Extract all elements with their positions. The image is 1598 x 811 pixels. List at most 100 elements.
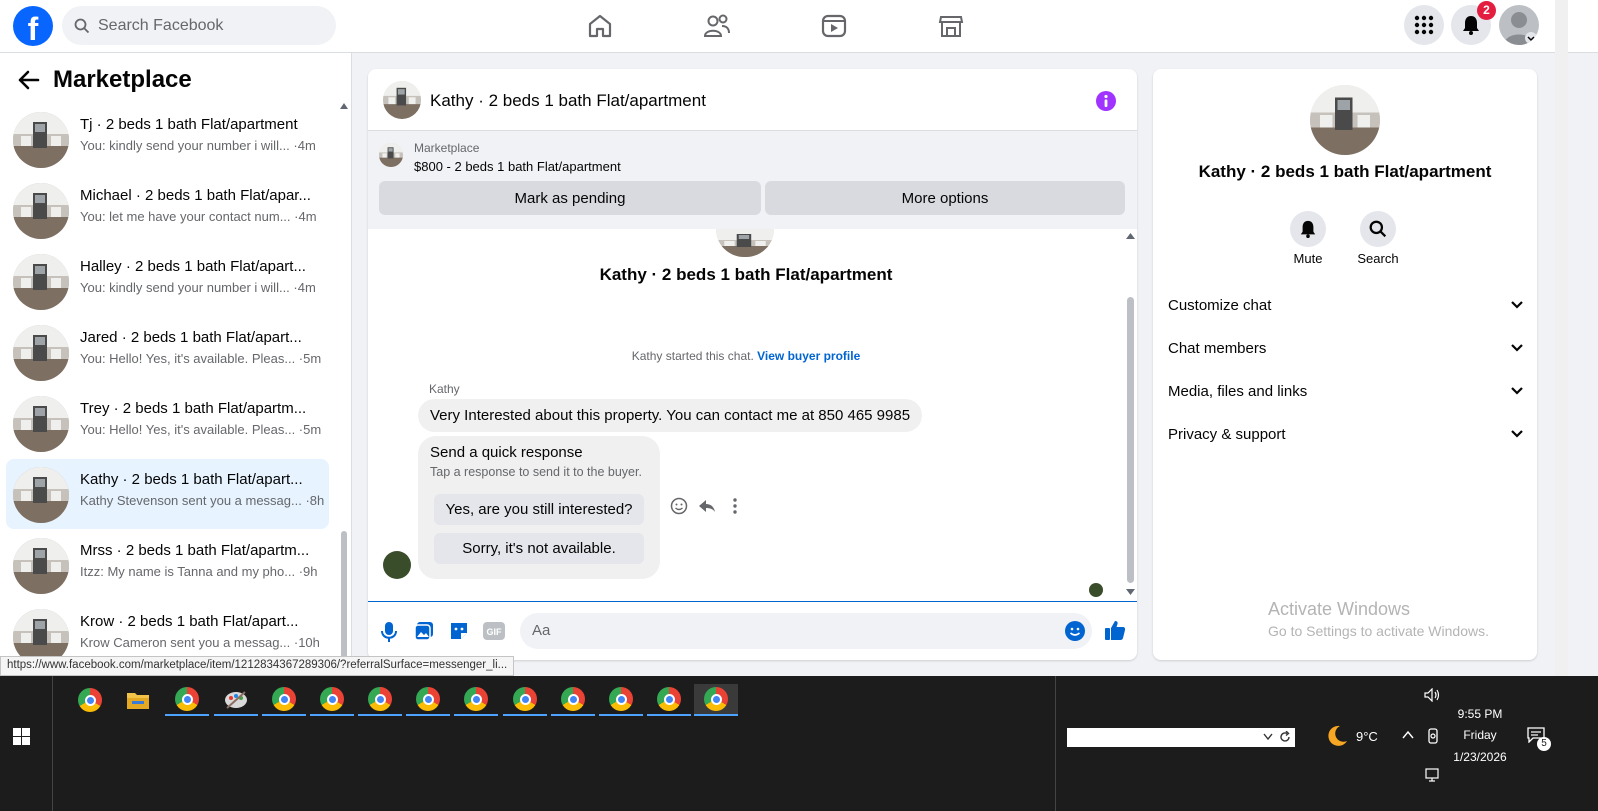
chevron-down-icon (1511, 344, 1523, 352)
link-status-bar: https://www.facebook.com/marketplace/ite… (0, 656, 515, 676)
menu-grid-button[interactable] (1404, 5, 1444, 45)
conversation-name: Mrss · 2 beds 1 bath Flat/apartm... (80, 542, 310, 559)
chrome-profile-app-icon[interactable] (165, 684, 209, 716)
info-section-row[interactable]: Customize chat (1168, 285, 1524, 325)
more-vertical-icon[interactable] (726, 497, 744, 515)
file-explorer-icon[interactable] (116, 684, 160, 716)
info-section-label: Privacy & support (1168, 425, 1286, 443)
react-emoji-icon[interactable] (670, 497, 688, 515)
sender-name: Kathy (429, 382, 460, 396)
conversation-item[interactable]: Michael · 2 beds 1 bath Flat/apar... You:… (6, 175, 329, 245)
chrome-profile-app-icon[interactable] (262, 684, 306, 716)
thumbs-up-icon[interactable] (1104, 619, 1126, 641)
chrome-profile-app-icon[interactable] (647, 684, 691, 716)
info-icon[interactable] (1096, 91, 1116, 111)
conversation-preview: You: Hello! Yes, it's available. Pleas..… (80, 351, 322, 366)
conversation-item[interactable]: Mrss · 2 beds 1 bath Flat/apartm... Itzz:… (6, 530, 329, 600)
chat-scrollbar[interactable] (1124, 229, 1137, 601)
marketplace-listing-banner: Marketplace $800 - 2 beds 1 bath Flat/ap… (368, 131, 1137, 229)
info-section-row[interactable]: Privacy & support (1168, 414, 1524, 454)
quick-response-yes-button[interactable]: Yes, are you still interested? (434, 494, 644, 525)
chrome-app-icon[interactable] (68, 684, 112, 716)
weather-temperature[interactable]: 9°C (1356, 729, 1378, 744)
chrome-profile-app-icon[interactable] (599, 684, 643, 716)
windows-start-icon[interactable] (13, 728, 30, 745)
listing-thumbnail[interactable] (383, 81, 421, 119)
activate-windows-subtitle: Go to Settings to activate Windows. (1268, 623, 1489, 639)
network-icon[interactable] (1425, 768, 1441, 782)
conversation-title: Kathy · 2 beds 1 bath Flat/apartment (599, 265, 893, 284)
conversation-preview: You: kindly send your number i will... ·… (80, 280, 316, 295)
back-arrow-icon[interactable] (18, 70, 40, 90)
conversation-name: Trey · 2 beds 1 bath Flat/apartm... (80, 400, 307, 417)
chrome-profile-app-icon[interactable] (406, 684, 450, 716)
reply-icon[interactable] (698, 497, 716, 515)
conversation-item[interactable]: Halley · 2 beds 1 bath Flat/apart... You:… (6, 246, 329, 316)
info-section-row[interactable]: Chat members (1168, 328, 1524, 368)
conversation-item[interactable]: Tj · 2 beds 1 bath Flat/apartment You: ki… (6, 104, 329, 174)
search-chat-button[interactable]: Search (1348, 211, 1408, 266)
conversation-item[interactable]: Jared · 2 beds 1 bath Flat/apart... You: … (6, 317, 329, 387)
chrome-profile-app-icon[interactable] (503, 684, 547, 716)
info-section-row[interactable]: Media, files and links (1168, 371, 1524, 411)
grid-icon (1414, 15, 1434, 35)
action-center-badge: 5 (1537, 737, 1551, 751)
message-input[interactable]: Aa (520, 613, 1092, 649)
search-placeholder: Search Facebook (98, 16, 224, 34)
window-scrollbar[interactable] (1555, 0, 1568, 676)
clock-time[interactable]: 9:55 PM (1452, 707, 1508, 721)
dropdown-chevron-icon[interactable] (1263, 733, 1273, 741)
search-facebook-input[interactable]: Search Facebook (62, 6, 336, 45)
weather-moon-icon[interactable] (1325, 724, 1349, 748)
friends-icon[interactable] (700, 9, 734, 43)
clock-date[interactable]: 1/23/2026 (1447, 750, 1513, 764)
chevron-down-icon (1511, 430, 1523, 438)
listing-small-thumbnail (379, 143, 403, 167)
gif-icon[interactable]: GIF (483, 622, 505, 640)
chrome-profile-app-icon[interactable] (551, 684, 595, 716)
refresh-icon[interactable] (1279, 731, 1291, 743)
conversation-item[interactable]: Trey · 2 beds 1 bath Flat/apartm... You: … (6, 388, 329, 458)
facebook-logo[interactable]: f (13, 6, 53, 47)
mark-as-pending-button[interactable]: Mark as pending (379, 181, 761, 215)
listing-price-title[interactable]: $800 - 2 beds 1 bath Flat/apartment (414, 159, 621, 174)
view-buyer-profile-link[interactable]: View buyer profile (757, 349, 860, 363)
taskbar-address-box[interactable] (1067, 728, 1295, 747)
chrome-profile-app-icon[interactable] (694, 684, 738, 716)
chat-title[interactable]: Kathy · 2 beds 1 bath Flat/apartment (430, 91, 706, 111)
conversation-thumbnail (13, 183, 69, 239)
conversation-item[interactable]: Kathy · 2 beds 1 bath Flat/apart... Kathy… (6, 459, 329, 529)
conversation-thumbnail (13, 325, 69, 381)
sticker-icon[interactable] (449, 621, 469, 641)
quick-response-sorry-button[interactable]: Sorry, it's not available. (434, 533, 644, 564)
conversation-preview: You: Hello! Yes, it's available. Pleas..… (80, 422, 322, 437)
more-options-button[interactable]: More options (765, 181, 1125, 215)
account-avatar[interactable] (1499, 5, 1539, 45)
volume-icon[interactable] (1424, 688, 1440, 702)
show-hidden-icons-chevron[interactable] (1402, 730, 1414, 740)
message-bubble[interactable]: Very Interested about this property. You… (418, 399, 923, 432)
video-icon[interactable] (817, 9, 851, 43)
chrome-profile-app-icon[interactable] (310, 684, 354, 716)
chat-panel: Kathy · 2 beds 1 bath Flat/apartment Mar… (368, 69, 1137, 660)
chrome-profile-app-icon[interactable] (358, 684, 402, 716)
paint-app-icon[interactable] (214, 684, 258, 716)
info-section-label: Customize chat (1168, 296, 1272, 314)
emoji-icon[interactable] (1065, 621, 1085, 641)
search-icon (74, 18, 90, 33)
home-icon[interactable] (583, 9, 617, 43)
meet-now-icon[interactable] (1425, 728, 1441, 744)
info-section-label: Chat members (1168, 339, 1267, 357)
info-listing-avatar[interactable] (1310, 85, 1380, 155)
photo-icon[interactable] (414, 621, 434, 641)
message-thread: Kathy · 2 beds 1 bath Flat/apartment Kat… (368, 229, 1137, 601)
clock-day[interactable]: Friday (1452, 728, 1508, 742)
sidebar-scrollbar[interactable] (340, 93, 348, 676)
sender-avatar[interactable] (383, 551, 411, 579)
marketplace-icon[interactable] (934, 9, 968, 43)
conversation-thumbnail (13, 396, 69, 452)
marketplace-sidebar: Marketplace Tj · 2 beds 1 bath Flat/apar… (0, 53, 352, 676)
microphone-icon[interactable] (380, 621, 398, 643)
chrome-profile-app-icon[interactable] (454, 684, 498, 716)
mute-button[interactable]: Mute (1278, 211, 1338, 266)
